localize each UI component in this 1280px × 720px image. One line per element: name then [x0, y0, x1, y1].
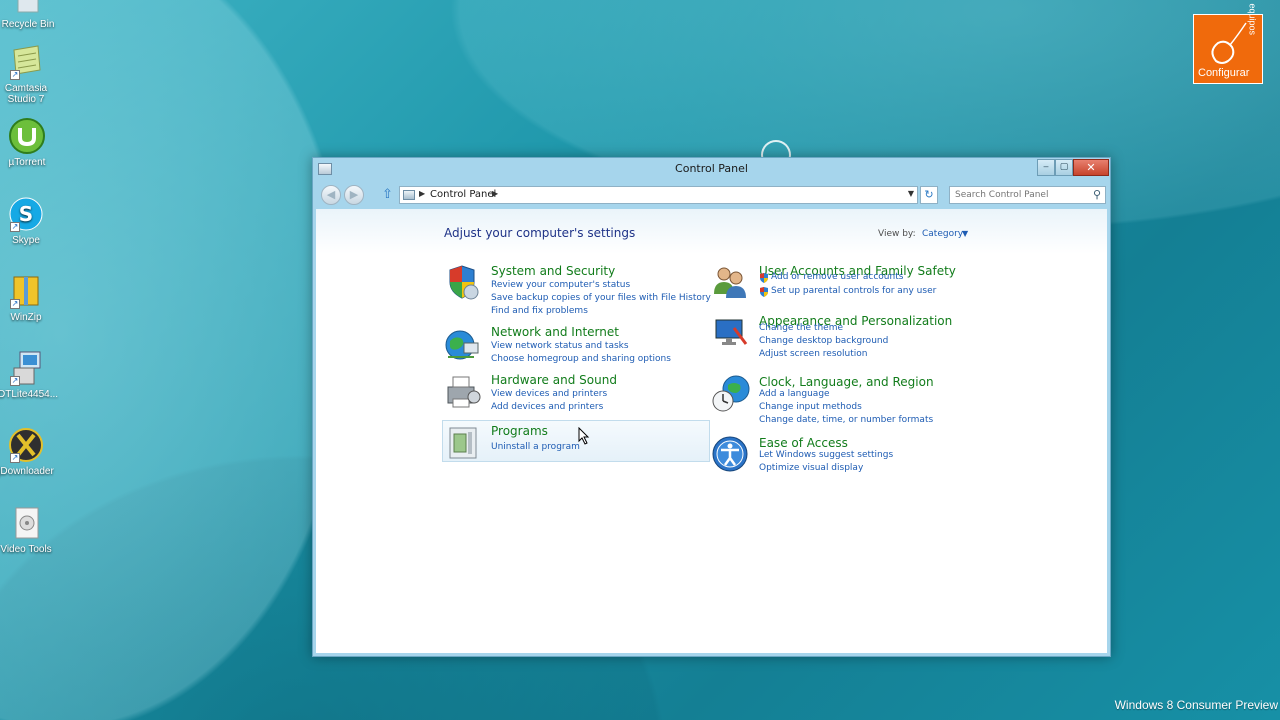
logo-side-text: equipos	[1248, 3, 1258, 35]
close-button[interactable]: ✕	[1073, 159, 1109, 176]
desktop-icon-label: Camtasia Studio 7	[4, 83, 48, 105]
users-icon	[712, 264, 750, 302]
programs-hover-highlight	[442, 420, 710, 462]
desktop-icon-camtasia[interactable]: ↗ Camtasia Studio 7	[0, 44, 54, 105]
breadcrumb-control-panel[interactable]: Control Panel	[430, 189, 496, 200]
address-bar[interactable]: ▶ Control Panel ▶ ▼	[399, 186, 918, 204]
task-link[interactable]: Save backup copies of your files with Fi…	[491, 293, 711, 303]
view-by-dropdown[interactable]: Category	[922, 229, 963, 239]
desktop-icon-recycle-bin[interactable]: Recycle Bin	[0, 0, 56, 30]
daemon-tools-installer-icon: ↗	[8, 350, 44, 386]
clock-globe-icon	[712, 375, 750, 413]
search-input[interactable]	[950, 187, 1085, 203]
desktop-icon-winzip[interactable]: ↗ WinZip	[0, 273, 54, 323]
winzip-icon: ↗	[8, 273, 44, 309]
minimize-button[interactable]: ‒	[1037, 159, 1055, 176]
control-panel-address-icon	[403, 190, 415, 200]
search-icon[interactable]: ⚲	[1093, 188, 1101, 201]
svg-text:S: S	[19, 202, 33, 226]
view-by-label: View by:	[878, 229, 916, 239]
task-link[interactable]: Let Windows suggest settings	[759, 450, 893, 460]
task-link[interactable]: Review your computer's status	[491, 280, 630, 290]
video-tools-icon	[8, 505, 44, 541]
logo-text: Configurar	[1198, 67, 1250, 79]
category-title[interactable]: Ease of Access	[759, 436, 848, 450]
shortcut-arrow-icon: ↗	[10, 453, 20, 463]
desktop-icon-label: jDownloader	[0, 466, 54, 477]
category-title[interactable]: Programs	[491, 424, 548, 438]
task-link[interactable]: Set up parental controls for any user	[771, 286, 936, 296]
camtasia-icon: ↗	[8, 44, 44, 80]
uac-shield-icon	[760, 287, 768, 297]
recycle-bin-icon	[10, 0, 46, 16]
desktop-icon-dtlite[interactable]: ↗ DTLite4454...	[0, 350, 59, 400]
task-link[interactable]: Add devices and printers	[491, 402, 603, 412]
desktop: Recycle Bin ↗ Camtasia Studio 7 µTorrent…	[0, 0, 1280, 720]
task-link[interactable]: Choose homegroup and sharing options	[491, 354, 671, 364]
uac-shield-icon	[760, 273, 768, 283]
category-title[interactable]: Network and Internet	[491, 325, 619, 339]
shortcut-arrow-icon: ↗	[10, 299, 20, 309]
task-link[interactable]: Change the theme	[759, 323, 843, 333]
category-title[interactable]: Hardware and Sound	[491, 373, 617, 387]
desktop-icon-label: Video Tools	[0, 544, 52, 555]
shortcut-arrow-icon: ↗	[10, 70, 20, 80]
refresh-icon[interactable]: ↻	[920, 186, 938, 204]
task-link[interactable]: Change input methods	[759, 402, 862, 412]
task-link[interactable]: Adjust screen resolution	[759, 349, 867, 359]
category-title[interactable]: Clock, Language, and Region	[759, 375, 934, 389]
task-link[interactable]: Uninstall a program	[491, 442, 580, 452]
task-link[interactable]: View devices and printers	[491, 389, 607, 399]
shield-icon	[444, 264, 482, 302]
back-arrow-icon[interactable]: ◀	[321, 185, 341, 205]
appearance-icon	[712, 314, 750, 352]
task-link[interactable]: Change desktop background	[759, 336, 888, 346]
task-link[interactable]: Optimize visual display	[759, 463, 863, 473]
desktop-icon-jdownloader[interactable]: ↗ jDownloader	[0, 427, 54, 477]
desktop-icon-label: DTLite4454...	[0, 389, 59, 400]
os-watermark: Windows 8 Consumer Preview	[1114, 698, 1278, 712]
skype-icon: S ↗	[8, 196, 44, 232]
breadcrumb-chevron-icon[interactable]: ▶	[492, 189, 498, 198]
breadcrumb-chevron-icon[interactable]: ▶	[419, 189, 425, 198]
control-panel-content: Adjust your computer's settings View by:…	[316, 209, 1107, 653]
title-bar[interactable]: Control Panel ‒ ▢ ✕	[313, 158, 1110, 182]
printer-icon	[444, 373, 482, 411]
utorrent-icon	[9, 118, 45, 154]
programs-icon	[444, 424, 482, 462]
configurar-equipos-logo: equipos Configurar	[1193, 3, 1263, 84]
desktop-icon-label: µTorrent	[8, 157, 46, 168]
shortcut-arrow-icon: ↗	[10, 222, 20, 232]
maximize-button[interactable]: ▢	[1055, 159, 1073, 176]
network-globe-icon	[444, 325, 482, 363]
address-dropdown-icon[interactable]: ▼	[908, 189, 914, 198]
task-link[interactable]: Find and fix problems	[491, 306, 588, 316]
page-title: Adjust your computer's settings	[444, 226, 636, 240]
ease-of-access-icon	[712, 436, 750, 474]
category-title[interactable]: System and Security	[491, 264, 615, 278]
window-title: Control Panel	[675, 162, 748, 175]
desktop-icon-label: Skype	[12, 235, 40, 246]
forward-arrow-icon[interactable]: ▶	[344, 185, 364, 205]
mouse-cursor-icon	[578, 427, 590, 445]
desktop-icon-video-tools[interactable]: Video Tools	[0, 505, 54, 555]
up-arrow-icon[interactable]: ⇧	[382, 187, 393, 202]
task-link[interactable]: Add or remove user accounts	[771, 272, 903, 282]
chevron-down-icon[interactable]: ▼	[962, 229, 968, 238]
search-box[interactable]: ⚲	[949, 186, 1106, 204]
desktop-icon-utorrent[interactable]: µTorrent	[0, 118, 55, 168]
desktop-icon-label: WinZip	[10, 312, 42, 323]
task-link[interactable]: Change date, time, or number formats	[759, 415, 933, 425]
desktop-icon-skype[interactable]: S ↗ Skype	[0, 196, 54, 246]
jdownloader-icon: ↗	[8, 427, 44, 463]
shortcut-arrow-icon: ↗	[10, 376, 20, 386]
task-link[interactable]: Add a language	[759, 389, 830, 399]
desktop-icon-label: Recycle Bin	[1, 19, 55, 30]
task-link[interactable]: View network status and tasks	[491, 341, 629, 351]
control-panel-window[interactable]: Control Panel ‒ ▢ ✕ ◀ ▶ ⇧ ▶ Control Pane…	[312, 157, 1111, 657]
navigation-bar: ◀ ▶ ⇧ ▶ Control Panel ▶ ▼ ↻ ⚲	[313, 185, 1110, 207]
